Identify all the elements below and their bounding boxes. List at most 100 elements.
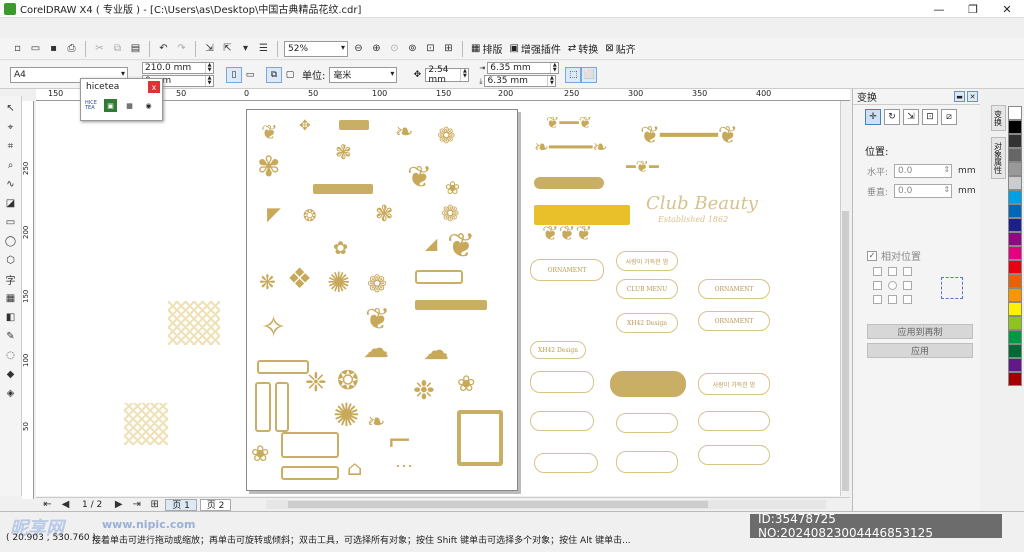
color-swatch[interactable] [1008,330,1022,344]
ornament[interactable]: ❁ [437,124,455,149]
ornament-cartouche[interactable] [610,371,686,397]
ornament-bar[interactable] [339,120,369,130]
color-swatch[interactable] [1008,204,1022,218]
zoom-page-icon[interactable]: ⊡ [423,41,438,56]
application-launcher-icon[interactable]: ▾ [238,41,253,56]
zoom-all-icon[interactable]: ⊚ [405,41,420,56]
import-icon[interactable]: ⇲ [202,41,217,56]
ornament[interactable]: ✧ [261,310,286,345]
current-page-button[interactable]: ▢ [282,67,298,83]
color-swatch[interactable] [1008,288,1022,302]
ornament[interactable]: ❧ [367,410,385,435]
skew-tab[interactable]: ⧄ [941,109,957,125]
tab-transform[interactable]: 变换 [990,105,1006,131]
vertical-scrollbar[interactable] [840,101,850,496]
color-swatch[interactable] [1008,218,1022,232]
label-frame[interactable] [534,453,598,473]
next-page-icon[interactable]: ▶ [111,497,126,512]
ornament[interactable]: ❦━━❦ [546,113,592,132]
ornament[interactable]: ━❦━ [626,157,659,176]
size-tab[interactable]: ⊡ [922,109,938,125]
zoom-width-icon[interactable]: ⊞ [441,41,456,56]
ornament-frame[interactable] [457,410,503,466]
previous-page-icon[interactable]: ◀ [58,497,73,512]
hicetea-record-icon[interactable]: ◉ [142,99,155,112]
ornament[interactable]: ❦ [407,160,432,195]
ornament[interactable]: ❂ [337,366,359,396]
label-frame[interactable]: 사랑이 가득한 밤 [616,251,678,271]
pick-tool-icon[interactable]: ↖ [3,100,19,116]
club-beauty-subtitle[interactable]: Established 1862 [658,215,728,224]
arrange-button[interactable]: ▦ 排版 [469,41,504,56]
ornament[interactable]: ❋ [259,270,276,294]
duplicate-x-input[interactable]: 6.35 mm ▲ ▼ [487,62,560,74]
add-page-icon[interactable]: ⊞ [147,497,162,512]
new-document-icon[interactable]: ▫ [10,41,25,56]
ornament[interactable]: ❁ [367,270,387,298]
save-icon[interactable]: ▪ [46,41,61,56]
copy-icon[interactable]: ⧉ [110,41,125,56]
relative-position-checkbox[interactable]: ✓ [867,250,877,261]
tab-page-2[interactable]: 页 2 [199,498,232,511]
undo-icon[interactable]: ↶ [156,41,171,56]
club-beauty-title[interactable]: Club Beauty [646,193,758,214]
zoom-tool-icon[interactable]: ⌕ [3,157,19,173]
color-swatch[interactable] [1008,344,1022,358]
polygon-tool-icon[interactable]: ⬡ [3,252,19,268]
ornament-bar[interactable] [415,300,487,310]
label-frame[interactable]: XH42 Design [530,341,586,359]
label-frame[interactable]: 사랑이 가득한 밤 [698,373,770,395]
first-page-icon[interactable]: ⇤ [40,497,55,512]
ornament[interactable]: ❂ [303,206,316,225]
color-swatch[interactable] [1008,274,1022,288]
label-frame[interactable] [530,411,594,431]
ornament-bar[interactable] [534,177,604,189]
hicetea-logo-icon[interactable]: HICE TEA [85,99,98,112]
label-frame[interactable]: XH42 Design [616,313,678,333]
pasteboard-pattern[interactable] [124,403,168,445]
outline-tool-icon[interactable]: ◌ [3,347,19,363]
ornament[interactable]: ❁ [441,202,459,227]
crop-tool-icon[interactable]: ⌗ [3,138,19,154]
welcome-screen-icon[interactable]: ☰ [256,41,271,56]
ornament[interactable]: ❈ [305,368,327,398]
rectangle-tool-icon[interactable]: ▭ [3,214,19,230]
color-swatch[interactable] [1008,260,1022,274]
label-frame[interactable] [530,371,594,393]
label-frame[interactable] [698,411,770,431]
last-page-icon[interactable]: ⇥ [129,497,144,512]
all-pages-button[interactable]: ⧉ [266,66,282,83]
convert-button[interactable]: ⇄ 转换 [566,41,600,56]
ornament[interactable]: ❦❦❦ [542,221,592,245]
apply-button[interactable]: 应用 [867,343,973,358]
table-tool-icon[interactable]: ▦ [3,290,19,306]
label-frame[interactable]: CLUB MENU [616,279,678,299]
color-swatch[interactable] [1008,302,1022,316]
ornament[interactable]: ❦ [365,302,390,337]
ornament[interactable]: ⋯ [395,456,413,477]
cut-icon[interactable]: ✂ [92,41,107,56]
label-frame[interactable] [616,451,678,473]
paste-icon[interactable]: ▤ [128,41,143,56]
ornament[interactable]: ☁ [423,336,449,366]
qr-code-icon[interactable]: ▦ [123,99,136,112]
text-tool-icon[interactable]: 字 [3,271,19,287]
vertical-ruler[interactable]: 250 200 150 100 50 [22,101,34,499]
print-icon[interactable]: ⎙ [64,41,79,56]
interactive-fill-icon[interactable]: ◈ [3,385,19,401]
color-swatch[interactable] [1008,232,1022,246]
close-button[interactable]: ✕ [990,0,1024,18]
ornament[interactable]: ❦ [447,226,476,266]
portrait-button[interactable]: ▯ [226,66,242,83]
color-swatch[interactable] [1008,148,1022,162]
ornament[interactable]: ❃ [375,202,393,227]
document-page[interactable]: ❦ ✥ ❧ ❁ ❃ ✾ ❦ ❀ ◤ ❂ ❃ ❁ ✿ ◢ ❦ ❋ ❖ ✺ ❁ ✧ … [246,109,518,491]
shape-tool-icon[interactable]: ⌖ [3,119,19,135]
ornament[interactable]: ✿ [333,238,348,259]
horizontal-input[interactable]: 0.0 [894,164,953,178]
ornament-frame[interactable] [281,466,339,480]
ornament[interactable]: ❀ [251,442,269,467]
zoom-selected-icon[interactable]: ⊙ [387,41,402,56]
color-swatch[interactable] [1008,120,1022,134]
ornament[interactable]: ✺ [327,266,350,299]
